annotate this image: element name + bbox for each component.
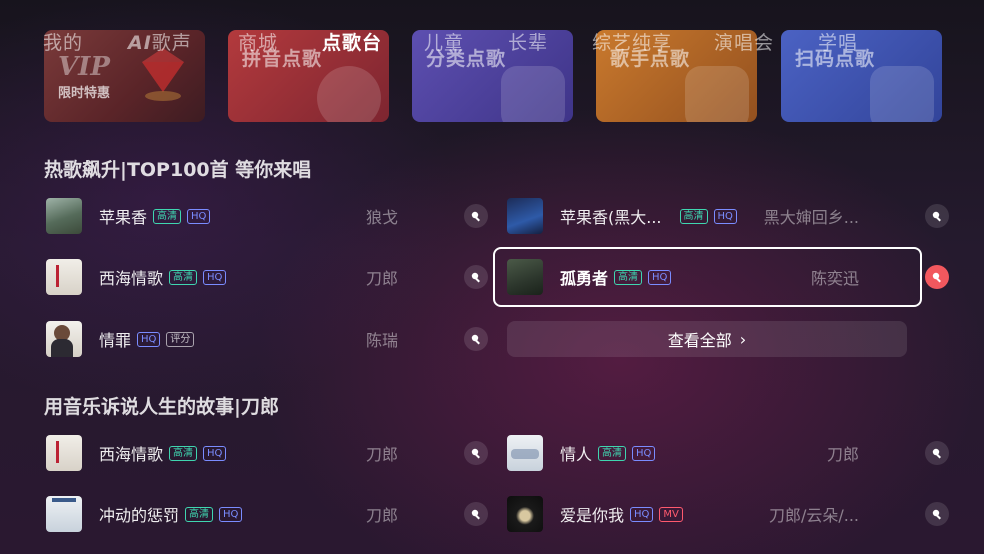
nav-tab-ai-voice-label: 歌声 — [151, 32, 192, 54]
album-cover — [46, 198, 82, 234]
song-title: 爱是你我 — [560, 506, 625, 525]
hq-badge: HQ — [187, 208, 211, 224]
qr-icon — [870, 66, 934, 122]
hd-badge: 高清 — [185, 506, 214, 522]
view-all-button[interactable]: 查看全部 › — [507, 321, 907, 357]
album-cover — [46, 435, 82, 471]
artist-name: 黑大婶回乡... — [763, 208, 859, 227]
nav-tab-mall[interactable]: 商城 — [238, 28, 278, 55]
song-title: 孤勇者 — [560, 269, 609, 288]
list-item-selected[interactable]: 孤勇者 高清 HQ 陈奕迅 — [507, 251, 949, 303]
artist-name: 刀郎 — [365, 445, 398, 464]
album-cover — [46, 496, 82, 532]
top-nav: 我的 AI歌声 商城 点歌台 儿童 长辈 综艺纯享 演唱会 学唱 — [0, 28, 984, 56]
hq-badge: HQ — [219, 506, 243, 522]
mic-icon[interactable] — [464, 441, 488, 465]
song-title: 苹果香(黑大... — [560, 208, 662, 227]
song-title: 西海情歌 — [99, 269, 164, 288]
list-item[interactable]: 情人 高清 HQ 刀郎 — [507, 427, 949, 479]
mic-icon[interactable] — [925, 265, 949, 289]
pinyin-icon — [317, 66, 381, 122]
list-item[interactable]: 苹果香(黑大... 高清 HQ 黑大婶回乡... — [507, 190, 949, 242]
hd-badge: 高清 — [169, 269, 198, 285]
artist-name: 刀郎 — [826, 445, 859, 464]
mic-icon[interactable] — [464, 502, 488, 526]
mic-icon[interactable] — [925, 204, 949, 228]
chevron-right-icon: › — [739, 329, 747, 349]
hq-badge: HQ — [632, 445, 656, 461]
song-title: 情人 — [560, 445, 593, 464]
section-title-hot: 热歌飙升|TOP100首 等你来唱 — [44, 159, 312, 181]
nav-tab-song-request[interactable]: 点歌台 — [322, 28, 382, 55]
hq-badge: HQ — [713, 208, 737, 224]
list-item[interactable]: 西海情歌 高清 HQ 刀郎 — [46, 251, 488, 303]
nav-tab-variety[interactable]: 综艺纯享 — [592, 28, 672, 55]
list-item[interactable]: 爱是你我 HQ MV 刀郎/云朵/... — [507, 488, 949, 540]
hq-badge: HQ — [630, 506, 654, 522]
hd-badge: 高清 — [153, 208, 182, 224]
mic-icon[interactable] — [925, 502, 949, 526]
album-cover — [507, 496, 543, 532]
song-title: 苹果香 — [99, 208, 148, 227]
nav-tab-mine[interactable]: 我的 — [43, 28, 83, 55]
hd-badge: 高清 — [614, 269, 643, 285]
ai-logo-icon: AI — [128, 32, 152, 54]
artist-name: 刀郎 — [365, 269, 398, 288]
list-item[interactable]: 西海情歌 高清 HQ 刀郎 — [46, 427, 488, 479]
hd-badge: 高清 — [169, 445, 198, 461]
mic-icon[interactable] — [925, 441, 949, 465]
artist-name: 陈奕迅 — [810, 269, 859, 288]
hq-badge: HQ — [203, 269, 227, 285]
hd-badge: 高清 — [598, 445, 627, 461]
nav-tab-elders[interactable]: 长辈 — [508, 28, 548, 55]
score-badge: 评分 — [166, 331, 195, 347]
vip-card-subtitle: 限时特惠 — [58, 86, 111, 101]
song-title: 情罪 — [99, 331, 132, 350]
person-icon — [685, 66, 749, 122]
mic-icon[interactable] — [464, 204, 488, 228]
nav-tab-concert[interactable]: 演唱会 — [714, 28, 774, 55]
artist-name: 刀郎/云朵/... — [768, 506, 859, 525]
artist-name: 刀郎 — [365, 506, 398, 525]
album-cover — [507, 435, 543, 471]
hq-badge: HQ — [137, 331, 161, 347]
album-cover — [46, 321, 82, 357]
nav-tab-ai-voice[interactable]: AI歌声 — [128, 28, 192, 55]
mv-badge: MV — [659, 506, 683, 522]
album-cover — [507, 259, 543, 295]
section-title-daolang: 用音乐诉说人生的故事|刀郎 — [44, 396, 279, 418]
list-item[interactable]: 冲动的惩罚 高清 HQ 刀郎 — [46, 488, 488, 540]
vip-card-title: VIP — [58, 52, 110, 82]
song-title: 冲动的惩罚 — [99, 506, 180, 525]
mic-icon[interactable] — [464, 265, 488, 289]
list-item[interactable]: 苹果香 高清 HQ 狼戈 — [46, 190, 488, 242]
artist-name: 陈瑞 — [365, 331, 398, 350]
grid-icon — [501, 66, 565, 122]
artist-name: 狼戈 — [365, 208, 398, 227]
nav-tab-kids[interactable]: 儿童 — [424, 28, 464, 55]
nav-tab-learn[interactable]: 学唱 — [818, 28, 858, 55]
song-title: 西海情歌 — [99, 445, 164, 464]
list-item[interactable]: 情罪 HQ 评分 陈瑞 — [46, 313, 488, 365]
hq-badge: HQ — [648, 269, 672, 285]
album-cover — [46, 259, 82, 295]
view-all-label: 查看全部 — [667, 331, 732, 350]
album-cover — [507, 198, 543, 234]
hd-badge: 高清 — [679, 208, 708, 224]
hq-badge: HQ — [203, 445, 227, 461]
mic-icon[interactable] — [464, 327, 488, 351]
